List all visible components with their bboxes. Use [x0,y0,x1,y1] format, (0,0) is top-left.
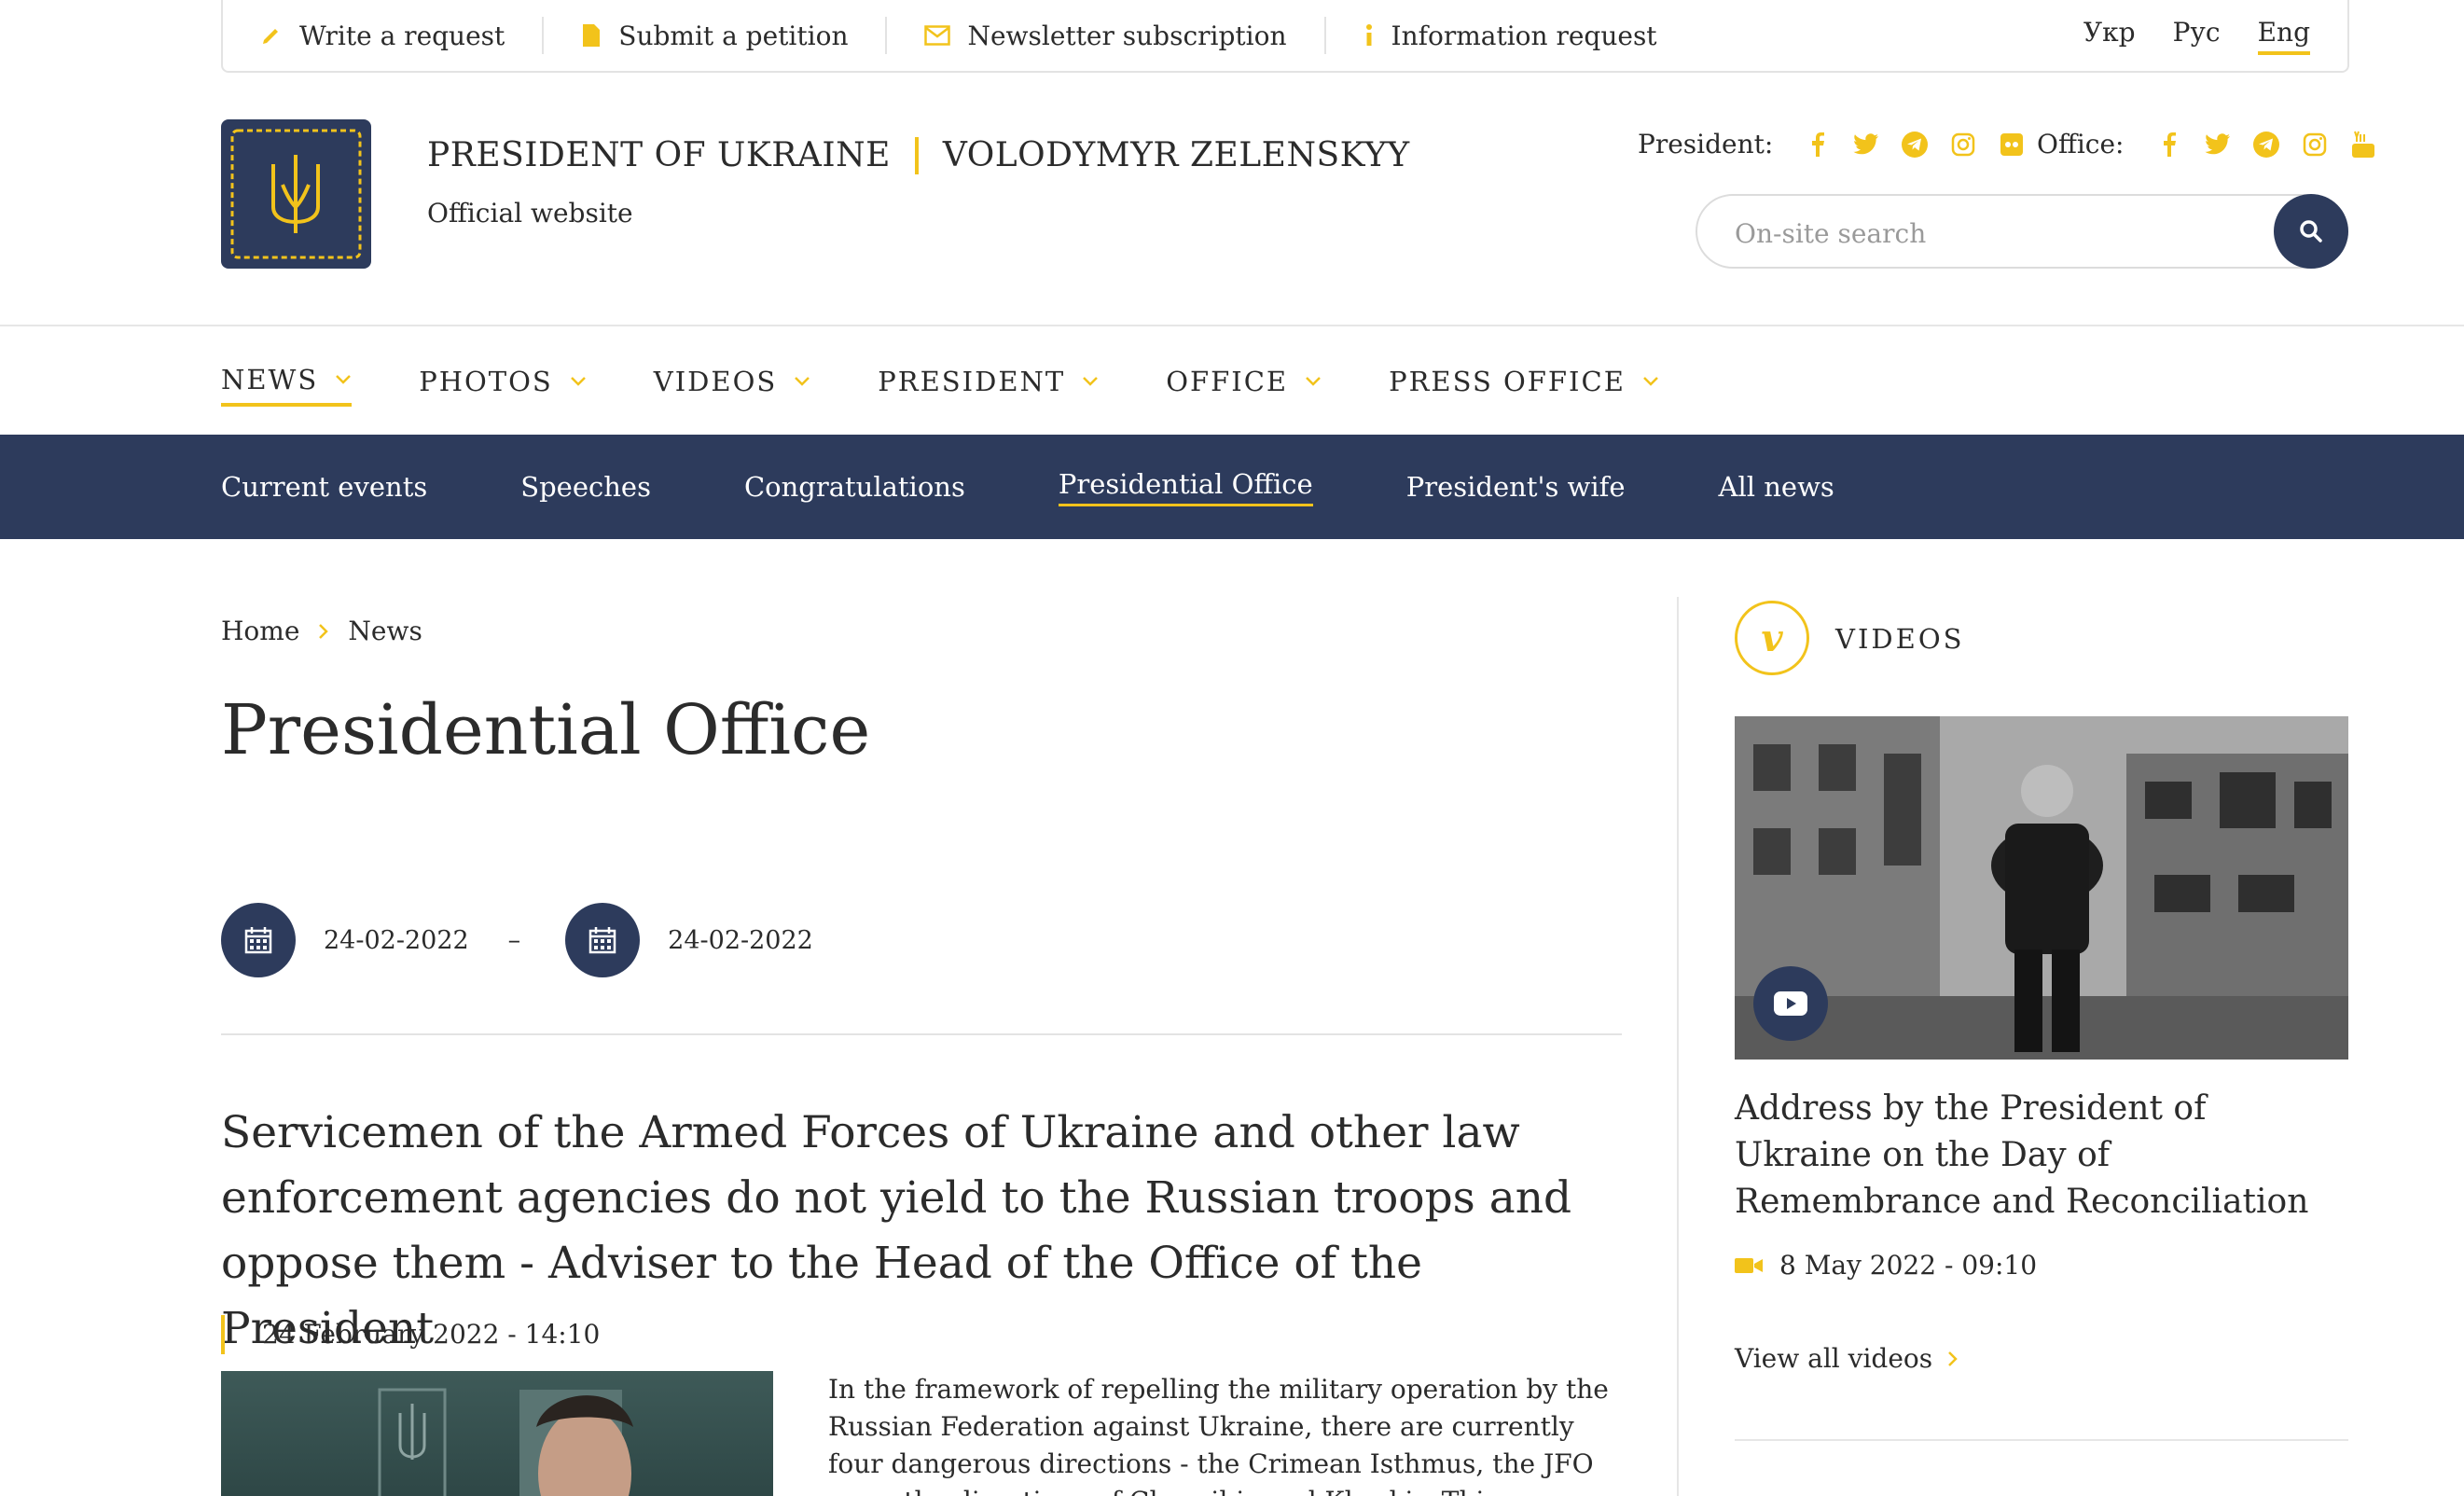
breadcrumb-home[interactable]: Home [221,616,299,646]
office-twitter-icon[interactable] [2203,130,2233,159]
telegram-icon[interactable] [1900,130,1930,159]
language-switcher: Укр Рус Eng [2083,17,2347,55]
subnav-congratulations[interactable]: Congratulations [744,471,965,503]
date-from[interactable]: 24-02-2022 [324,926,469,955]
subnav-presidential-office[interactable]: Presidential Office [1058,468,1313,506]
nav-press-office-label: PRESS OFFICE [1389,366,1626,397]
lang-rus[interactable]: Рус [2173,17,2221,55]
videos-section-label: VIDEOS [1835,623,1965,655]
content-divider [221,1033,1622,1035]
sidebar-divider [1677,597,1679,1496]
facebook-icon[interactable] [1803,130,1833,159]
main-navigation: NEWS PHOTOS VIDEOS PRESIDENT OFFICE PRES… [221,364,1659,407]
sub-navigation: Current events Speeches Congratulations … [0,435,2464,539]
videos-badge-icon: v [1735,601,1809,675]
document-icon [583,24,601,47]
subnav-presidents-wife[interactable]: President's wife [1406,471,1626,503]
subnav-speeches[interactable]: Speeches [520,471,651,503]
video-title[interactable]: Address by the President of Ukraine on t… [1735,1086,2350,1226]
president-socials: President: [1638,129,2027,159]
submit-petition-link[interactable]: Submit a petition [544,17,888,54]
sidebar-rule [1735,1439,2348,1441]
chevron-right-icon [1948,1351,1958,1366]
president-social-label: President: [1638,129,1774,159]
subnav-current-events[interactable]: Current events [221,471,427,503]
nav-office[interactable]: OFFICE [1166,364,1322,407]
lang-ukr[interactable]: Укр [2083,17,2136,55]
office-telegram-icon[interactable] [2251,130,2281,159]
newsletter-label: Newsletter subscription [967,20,1287,51]
play-video-button[interactable] [1753,966,1828,1041]
breadcrumb: Home News [221,616,422,646]
nav-videos[interactable]: VIDEOS [654,364,810,407]
chevron-right-icon [319,623,329,639]
office-facebook-icon[interactable] [2154,130,2184,159]
chevron-down-icon [1642,377,1658,386]
info-icon [1365,24,1372,46]
nav-news-label: NEWS [221,364,319,395]
article-date: 24 February 2022 - 14:10 [221,1315,600,1354]
breadcrumb-news[interactable]: News [348,616,422,646]
site-search [1696,194,2348,269]
date-separator: – [507,925,521,955]
title-separator [914,136,919,174]
write-request-link[interactable]: Write a request [223,17,545,54]
header-divider [0,325,2464,326]
lang-eng[interactable]: Eng [2257,17,2310,55]
nav-office-label: OFFICE [1166,366,1289,397]
chevron-down-icon [1306,377,1321,386]
calendar-icon [588,927,616,954]
envelope-icon [924,25,951,46]
subnav-all-news[interactable]: All news [1719,471,1834,503]
chevron-down-icon [795,377,810,386]
nav-news[interactable]: NEWS [221,364,353,407]
date-range-filter: 24-02-2022 – 24-02-2022 [221,903,813,977]
calendar-from-button[interactable] [221,903,296,977]
pencil-icon [263,29,278,44]
article-photo[interactable] [221,1371,773,1496]
site-subtitle: Official website [427,198,633,229]
information-request-label: Information request [1391,20,1657,51]
view-all-videos-link[interactable]: View all videos [1735,1343,1959,1374]
video-date-text: 8 May 2022 - 09:10 [1779,1250,2038,1281]
site-title-right: VOLODYMYR ZELENSKYY [942,136,1410,174]
coat-of-arms-logo[interactable] [221,119,371,269]
nav-press-office[interactable]: PRESS OFFICE [1389,364,1659,407]
newsletter-link[interactable]: Newsletter subscription [887,17,1326,54]
twitter-icon[interactable] [1851,130,1881,159]
write-request-label: Write a request [299,20,505,51]
chevron-down-icon [570,377,586,386]
site-title-left: PRESIDENT OF UKRAINE [427,136,891,174]
office-instagram-icon[interactable] [2300,130,2330,159]
date-to[interactable]: 24-02-2022 [668,926,813,955]
calendar-to-button[interactable] [565,903,641,977]
chevron-down-icon [336,375,352,384]
nav-president[interactable]: PRESIDENT [878,364,1099,407]
video-camera-icon [1735,1257,1763,1273]
nav-videos-label: VIDEOS [653,366,778,397]
site-title: PRESIDENT OF UKRAINE VOLODYMYR ZELENSKYY [427,136,1410,174]
calendar-icon [244,927,272,954]
video-date: 8 May 2022 - 09:10 [1735,1250,2037,1281]
nav-president-label: PRESIDENT [878,366,1066,397]
youtube-play-icon [1774,991,1807,1016]
submit-petition-label: Submit a petition [618,20,849,51]
view-all-videos-label: View all videos [1735,1343,1933,1374]
search-input[interactable] [1735,215,2257,252]
nav-photos[interactable]: PHOTOS [419,364,587,407]
information-request-link[interactable]: Information request [1326,17,1695,54]
page-title: Presidential Office [221,690,871,770]
youtube-icon[interactable] [2348,130,2378,159]
office-socials: Office: [2037,129,2378,159]
nav-photos-label: PHOTOS [419,366,553,397]
office-social-label: Office: [2037,129,2125,159]
chevron-down-icon [1083,377,1099,386]
top-utility-bar: Write a request Submit a petition Newsle… [221,0,2349,73]
search-icon [2300,220,2322,242]
search-button[interactable] [2274,194,2348,269]
article-excerpt: In the framework of repelling the milita… [828,1374,1609,1496]
flickr-icon[interactable] [1997,130,2027,159]
instagram-icon[interactable] [1948,130,1978,159]
